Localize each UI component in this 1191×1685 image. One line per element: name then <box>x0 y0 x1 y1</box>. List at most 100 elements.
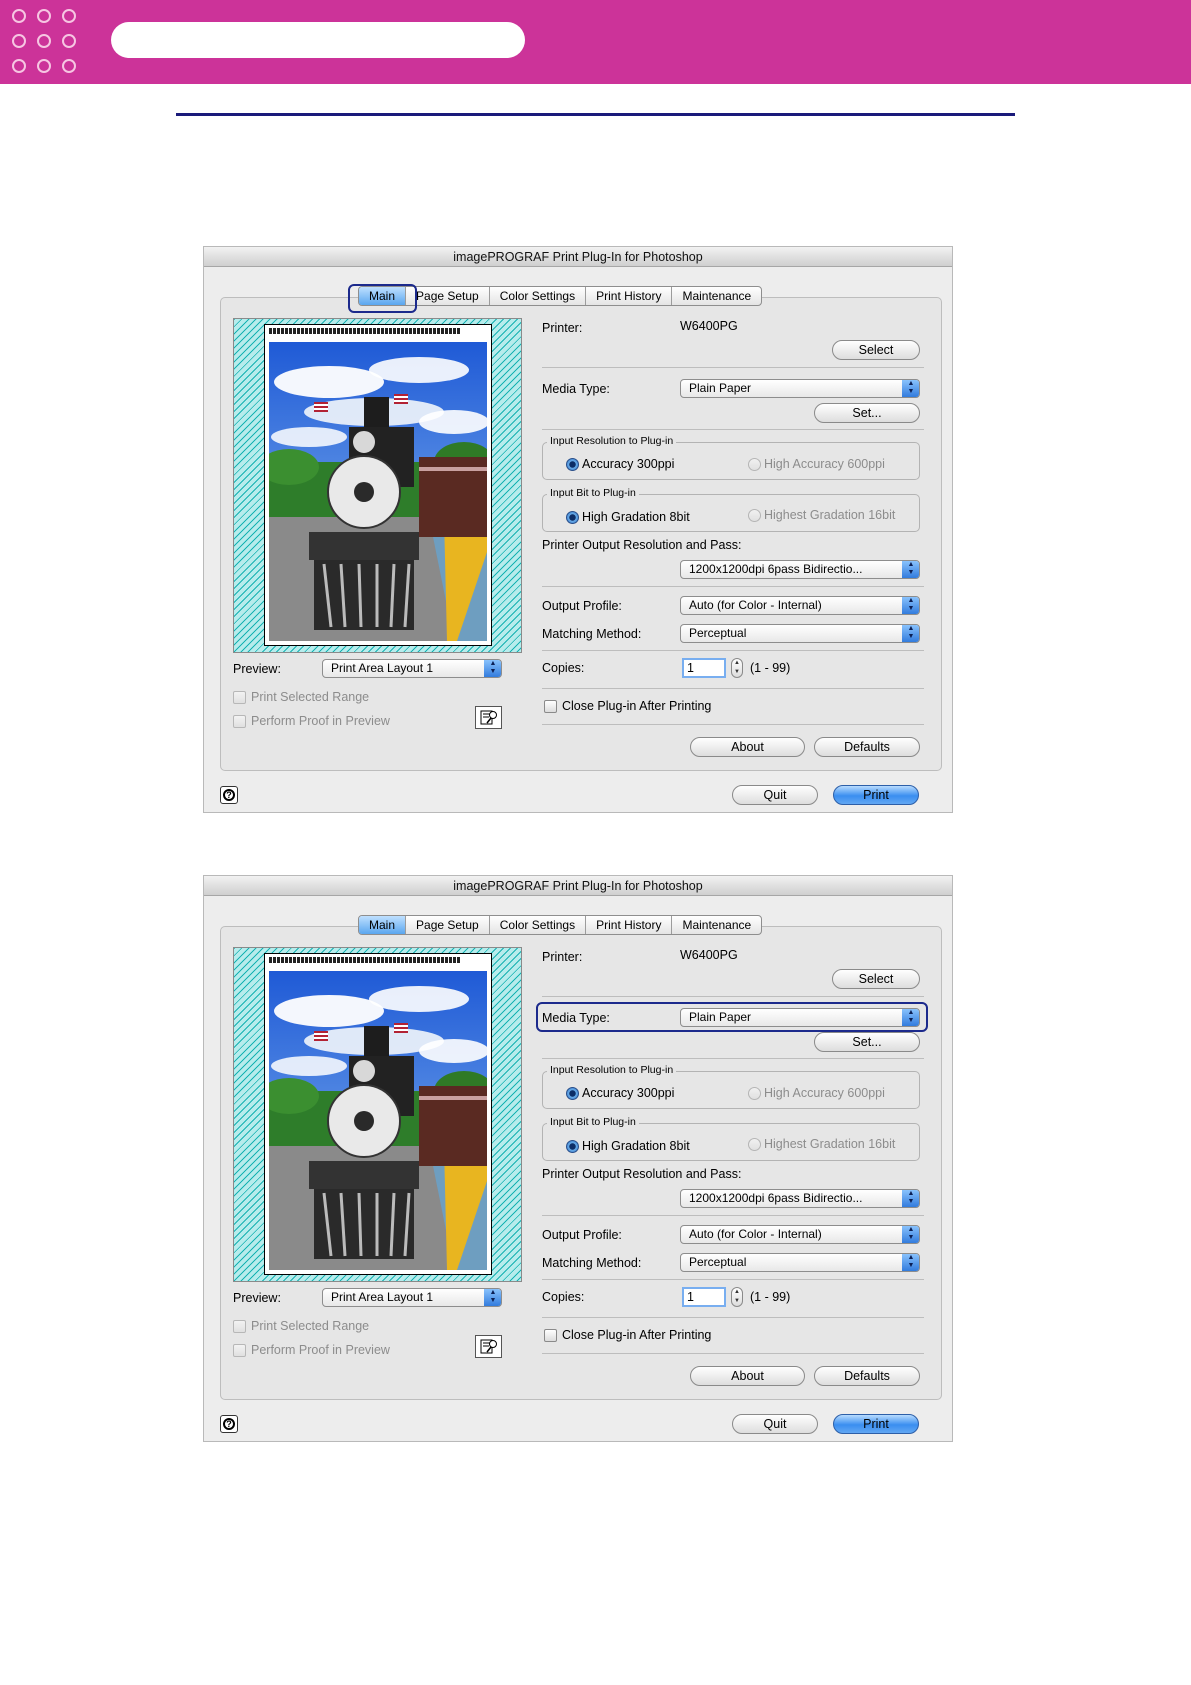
main-panel: Preview: Print Area Layout 1 ▲ ▼ Print Se… <box>220 926 942 1400</box>
output-profile-value: Auto (for Color - Internal) <box>689 1227 822 1241</box>
separator <box>542 688 924 689</box>
select-printer-button[interactable]: Select <box>832 969 920 989</box>
print-selected-range-checkbox[interactable] <box>233 1320 246 1333</box>
close-after-printing-checkbox[interactable] <box>544 700 557 713</box>
tab-color-settings[interactable]: Color Settings <box>490 916 587 934</box>
high-gradation-8-radio[interactable] <box>566 511 579 524</box>
print-preview[interactable] <box>233 947 522 1282</box>
high-gradation-8-label: High Gradation 8bit <box>582 1139 690 1153</box>
matching-method-label: Matching Method: <box>542 627 642 641</box>
stepper-arrows-icon[interactable]: ▲ ▼ <box>731 658 743 678</box>
accuracy-300-radio[interactable] <box>566 1087 579 1100</box>
tab-main[interactable]: Main <box>359 916 407 934</box>
popup-arrow-icon: ▲ ▼ <box>902 1009 919 1026</box>
matching-method-select[interactable]: Perceptual ▲ ▼ <box>680 624 920 643</box>
tab-maintenance[interactable]: Maintenance <box>672 287 761 305</box>
quit-button[interactable]: Quit <box>732 1414 818 1434</box>
help-button[interactable]: ? <box>220 786 238 804</box>
copies-label: Copies: <box>542 661 585 675</box>
separator <box>542 429 924 430</box>
main-panel: Preview: Print Area Layout 1 ▲ ▼ Print Se… <box>220 297 942 771</box>
media-set-button[interactable]: Set... <box>814 403 920 423</box>
separator <box>542 586 924 587</box>
help-button[interactable]: ? <box>220 1415 238 1433</box>
select-printer-button[interactable]: Select <box>832 340 920 360</box>
highest-gradation-16-radio[interactable] <box>748 509 761 522</box>
printer-value: W6400PG <box>680 319 738 333</box>
print-plugin-dialog-main-tab: imagePROGRAF Print Plug-In for Photoshop… <box>203 246 953 813</box>
media-type-select[interactable]: Plain Paper ▲ ▼ <box>680 1008 920 1027</box>
about-button[interactable]: About <box>690 1366 805 1386</box>
high-accuracy-600-radio[interactable] <box>748 458 761 471</box>
quit-button[interactable]: Quit <box>732 785 818 805</box>
preview-select[interactable]: Print Area Layout 1 ▲ ▼ <box>322 659 502 678</box>
tab-color-settings[interactable]: Color Settings <box>490 287 587 305</box>
page-header <box>0 0 1191 84</box>
popup-arrow-icon: ▲ ▼ <box>902 597 919 614</box>
print-selected-range-label: Print Selected Range <box>251 1319 370 1333</box>
copies-input[interactable]: 1 <box>682 1287 726 1307</box>
popup-arrow-icon: ▲ ▼ <box>902 380 919 397</box>
media-set-button[interactable]: Set... <box>814 1032 920 1052</box>
preview-select[interactable]: Print Area Layout 1 ▲ ▼ <box>322 1288 502 1307</box>
tab-page-setup[interactable]: Page Setup <box>406 916 490 934</box>
preview-settings-button[interactable] <box>475 706 502 729</box>
preview-settings-button[interactable] <box>475 1335 502 1358</box>
tab-print-history[interactable]: Print History <box>586 916 673 934</box>
tab-main[interactable]: Main <box>359 287 407 305</box>
close-after-printing-label: Close Plug-in After Printing <box>562 1328 712 1342</box>
high-gradation-8-radio[interactable] <box>566 1140 579 1153</box>
popup-arrow-icon: ▲ ▼ <box>484 660 501 677</box>
defaults-button[interactable]: Defaults <box>814 737 920 757</box>
high-gradation-8-label: High Gradation 8bit <box>582 510 690 524</box>
preview-label: Preview: <box>233 1291 281 1305</box>
separator <box>542 1058 924 1059</box>
output-profile-label: Output Profile: <box>542 1228 622 1242</box>
matching-method-label: Matching Method: <box>542 1256 642 1270</box>
about-button[interactable]: About <box>690 737 805 757</box>
highest-gradation-16-radio[interactable] <box>748 1138 761 1151</box>
tab-print-history[interactable]: Print History <box>586 287 673 305</box>
accuracy-300-label: Accuracy 300ppi <box>582 457 675 471</box>
output-profile-value: Auto (for Color - Internal) <box>689 598 822 612</box>
window-title: imagePROGRAF Print Plug-In for Photoshop <box>204 247 952 267</box>
popup-arrow-icon: ▲ ▼ <box>902 625 919 642</box>
preview-select-value: Print Area Layout 1 <box>331 1290 434 1304</box>
perform-proof-checkbox[interactable] <box>233 715 246 728</box>
help-icon: ? <box>223 789 235 801</box>
printer-label: Printer: <box>542 321 583 335</box>
high-accuracy-600-radio[interactable] <box>748 1087 761 1100</box>
output-profile-select[interactable]: Auto (for Color - Internal) ▲ ▼ <box>680 1225 920 1244</box>
preview-settings-icon <box>480 1339 497 1354</box>
output-resolution-select[interactable]: 1200x1200dpi 6pass Bidirectio... ▲ ▼ <box>680 560 920 579</box>
popup-arrow-icon: ▲ ▼ <box>484 1289 501 1306</box>
output-resolution-value: 1200x1200dpi 6pass Bidirectio... <box>689 562 863 576</box>
input-bit-title: Input Bit to Plug-in <box>547 487 639 499</box>
tab-maintenance[interactable]: Maintenance <box>672 916 761 934</box>
popup-arrow-icon: ▲ ▼ <box>902 1226 919 1243</box>
print-selected-range-checkbox[interactable] <box>233 691 246 704</box>
accuracy-300-label: Accuracy 300ppi <box>582 1086 675 1100</box>
perform-proof-checkbox[interactable] <box>233 1344 246 1357</box>
help-icon: ? <box>223 1418 235 1430</box>
defaults-button[interactable]: Defaults <box>814 1366 920 1386</box>
print-preview[interactable] <box>233 318 522 653</box>
separator <box>542 650 924 651</box>
close-after-printing-checkbox[interactable] <box>544 1329 557 1342</box>
preview-photo <box>269 342 487 641</box>
separator <box>542 1279 924 1280</box>
stepper-arrows-icon[interactable]: ▲ ▼ <box>731 1287 743 1307</box>
print-button[interactable]: Print <box>833 785 919 805</box>
high-accuracy-600-label: High Accuracy 600ppi <box>764 457 885 471</box>
accuracy-300-radio[interactable] <box>566 458 579 471</box>
copies-input[interactable]: 1 <box>682 658 726 678</box>
tab-page-setup[interactable]: Page Setup <box>406 287 490 305</box>
output-resolution-select[interactable]: 1200x1200dpi 6pass Bidirectio... ▲ ▼ <box>680 1189 920 1208</box>
media-type-select[interactable]: Plain Paper ▲ ▼ <box>680 379 920 398</box>
separator <box>542 1317 924 1318</box>
matching-method-select[interactable]: Perceptual ▲ ▼ <box>680 1253 920 1272</box>
output-profile-select[interactable]: Auto (for Color - Internal) ▲ ▼ <box>680 596 920 615</box>
print-button[interactable]: Print <box>833 1414 919 1434</box>
preview-caption-text <box>269 328 461 334</box>
preview-paper <box>264 953 492 1275</box>
